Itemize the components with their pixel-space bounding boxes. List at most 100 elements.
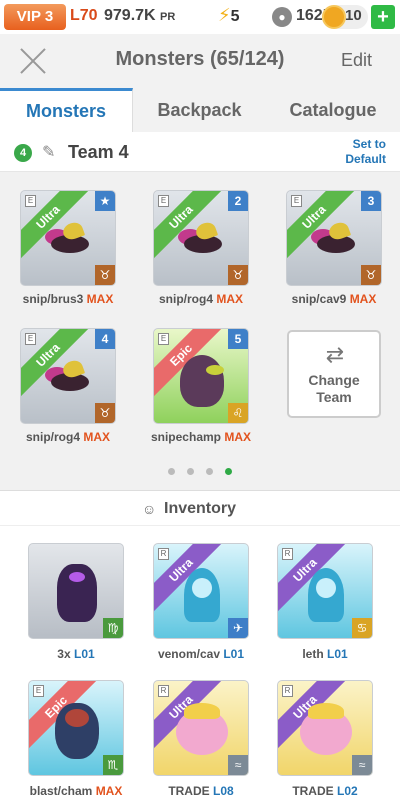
rarity-icon: E: [25, 195, 36, 207]
item-level: L01: [74, 647, 95, 661]
monster-name: snip/rog4: [158, 292, 213, 306]
rarity-icon: R: [282, 685, 293, 697]
element-icon: ♉: [95, 265, 115, 285]
element-icon: ♋: [352, 618, 372, 638]
vip-badge[interactable]: VIP 3: [4, 4, 66, 30]
inventory-item[interactable]: Ultra R ≈: [277, 680, 373, 776]
page-title: Monsters (65/124): [115, 48, 285, 70]
inventory-header: ☺ Inventory: [0, 490, 400, 526]
rarity-icon: R: [158, 548, 169, 560]
power-unit: PR: [160, 11, 176, 23]
item-level: L02: [337, 784, 358, 798]
item-level: L08: [213, 784, 234, 798]
slot-label: snip/brus3 MAX: [3, 292, 133, 306]
monster-image: [45, 358, 93, 395]
page-dot-2[interactable]: [187, 468, 194, 475]
item-level: MAX: [95, 784, 123, 798]
header-bar: Monsters (65/124) Edit: [0, 34, 400, 88]
monster-name: snipechamp: [150, 430, 221, 444]
monster-image: [45, 220, 93, 257]
team-slot-5[interactable]: Epic E 5 ♌: [153, 328, 249, 424]
paw-icon: ●: [272, 7, 292, 27]
item-name: blast/cham: [29, 784, 93, 798]
player-level: L70: [70, 7, 98, 24]
monster-image: [55, 703, 99, 759]
team-slot-1[interactable]: Ultra E ★ ♉: [20, 190, 116, 286]
monster-level: MAX: [349, 292, 377, 306]
monster-name: snip/rog4: [25, 430, 80, 444]
edit-button[interactable]: Edit: [341, 50, 372, 71]
element-icon: ♌: [228, 403, 248, 423]
inventory-item[interactable]: Ultra R ♋: [277, 543, 373, 639]
slot-label: snipechamp MAX: [136, 430, 266, 444]
monster-image: [180, 355, 224, 407]
set-default-label: Set to Default: [345, 137, 386, 166]
power-rating: 979.7K PR: [104, 7, 175, 25]
rarity-icon: E: [33, 685, 44, 697]
energy-value: 5: [230, 8, 240, 25]
gold-value: 10: [345, 7, 362, 24]
monster-face-icon: ☺: [142, 501, 157, 517]
inventory-item[interactable]: Ultra R ✈: [153, 543, 249, 639]
team-number-badge: 4: [14, 144, 32, 162]
element-icon: ♏: [103, 755, 123, 775]
monster-level: MAX: [83, 430, 111, 444]
item-name: TRADE: [292, 784, 334, 798]
page-dot-1[interactable]: [168, 468, 175, 475]
inventory-item[interactable]: Epic E ♏: [28, 680, 124, 776]
close-icon[interactable]: [18, 46, 48, 76]
monster-image: [311, 220, 359, 257]
set-default-button[interactable]: Set to Default: [316, 137, 386, 167]
item-level: L01: [223, 647, 245, 661]
team-slot-2[interactable]: Ultra E 2 ♉: [153, 190, 249, 286]
item-name: 3x: [57, 647, 71, 661]
monster-name: snip/cav9: [291, 292, 347, 306]
item-label: TRADE L08: [136, 784, 266, 798]
monster-image: [178, 220, 226, 257]
slot-number-tag: 4: [95, 329, 115, 349]
status-bar: VIP 3 L70 979.7K PR ⚡5 ● 162K 10 +: [0, 0, 400, 34]
page-dot-4[interactable]: [225, 468, 232, 475]
item-label: leth L01: [260, 647, 390, 661]
item-label: 3x L01: [11, 647, 141, 661]
tab-monsters[interactable]: Monsters: [0, 88, 133, 132]
pencil-icon[interactable]: ✎: [42, 142, 55, 162]
inventory-title: Inventory: [164, 500, 237, 517]
monster-image: [300, 703, 352, 755]
slot-number-tag: 2: [228, 191, 248, 211]
inventory-item[interactable]: ♍: [28, 543, 124, 639]
swap-icon: ⇄: [325, 342, 345, 367]
team-slot-3[interactable]: Ultra E 3 ♉: [286, 190, 382, 286]
rarity-icon: R: [158, 685, 169, 697]
element-icon: ≈: [228, 755, 248, 775]
item-level: L01: [327, 647, 348, 661]
slot-number-tag: 3: [361, 191, 381, 211]
team-slot-4[interactable]: Ultra E 4 ♉: [20, 328, 116, 424]
change-team-label: Change Team: [308, 372, 360, 405]
element-icon: ≈: [352, 755, 372, 775]
team-row: 4 ✎ Team 4 Set to Default: [0, 132, 400, 172]
monster-image: [308, 568, 344, 622]
tab-catalogue[interactable]: Catalogue: [266, 88, 400, 132]
star-icon: ★: [95, 191, 115, 211]
energy-counter[interactable]: ⚡5: [218, 5, 240, 26]
monster-image: [184, 568, 220, 622]
monster-image: [57, 564, 97, 622]
add-gold-button[interactable]: +: [371, 5, 395, 29]
item-name: venom/cav: [157, 647, 220, 661]
page-dot-3[interactable]: [206, 468, 213, 475]
change-team-button[interactable]: ⇄ Change Team: [287, 330, 381, 418]
tab-bar: Monsters Backpack Catalogue: [0, 88, 400, 132]
rarity-icon: E: [158, 195, 169, 207]
slot-label: snip/rog4 MAX: [136, 292, 266, 306]
inventory-item[interactable]: Ultra R ≈: [153, 680, 249, 776]
tab-backpack[interactable]: Backpack: [133, 88, 266, 132]
monster-image: [176, 703, 228, 755]
gold-coin-icon: [322, 5, 346, 29]
monster-name: snip/brus3: [22, 292, 84, 306]
slot-label: snip/cav9 MAX: [269, 292, 399, 306]
element-icon: ♉: [228, 265, 248, 285]
monster-level: MAX: [216, 292, 244, 306]
rarity-icon: E: [291, 195, 302, 207]
team-name[interactable]: Team 4: [68, 142, 129, 163]
